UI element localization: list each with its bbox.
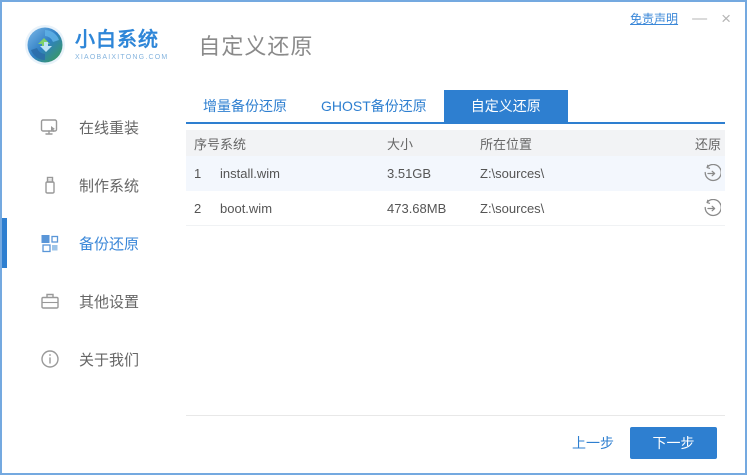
wizard-footer: 上一步 下一步 [186,415,725,473]
cell-index: 2 [194,200,202,216]
restore-action-icon[interactable] [702,198,721,218]
app-window: 免责声明 — × 小白系统 XIAOBAIXITONG.COM 自定义还原 在线… [0,0,747,475]
app-body: 在线重装 制作系统 备份还原 其他设置 关于我们 增量备份还原 GHOST备份还… [2,88,745,473]
brand-domain: XIAOBAIXITONG.COM [75,54,169,61]
sidebar-item-label: 在线重装 [79,119,140,137]
prev-step-button[interactable]: 上一步 [572,433,614,453]
cell-system: boot.wim [220,200,273,216]
table-row: 2 boot.wim 473.68MB Z:\sources\ [186,191,725,226]
next-step-button[interactable]: 下一步 [630,426,717,459]
cell-size: 473.68MB [387,200,447,216]
brand-text: 小白系统 XIAOBAIXITONG.COM [75,29,168,61]
sidebar-item-about-us[interactable]: 关于我们 [2,330,186,388]
brand-logo-icon [24,24,66,66]
sidebar: 在线重装 制作系统 备份还原 其他设置 关于我们 [2,88,186,473]
toolbox-icon [40,291,60,311]
page-title: 自定义还原 [198,34,314,59]
restore-action-icon[interactable] [702,164,721,183]
col-header-system: 系统 [220,136,247,152]
tab-bar: 增量备份还原 GHOST备份还原 自定义还原 [186,90,725,124]
disclaimer-link[interactable]: 免责声明 [630,10,678,27]
sidebar-item-other-settings[interactable]: 其他设置 [2,272,186,330]
sidebar-item-label: 关于我们 [79,351,140,369]
sidebar-item-label: 备份还原 [79,235,140,253]
active-indicator-bar [2,218,7,268]
cell-location: Z:\sources\ [480,200,545,216]
sidebar-item-make-system[interactable]: 制作系统 [2,156,186,214]
backup-blocks-icon [40,233,60,253]
close-icon[interactable]: × [721,10,731,27]
col-header-size: 大小 [387,136,414,152]
cell-system: install.wim [220,166,280,181]
titlebar-controls: 免责声明 — × [630,10,731,27]
monitor-reinstall-icon [40,117,60,137]
sidebar-item-backup-restore[interactable]: 备份还原 [2,214,186,272]
usb-drive-icon [40,175,60,195]
brand-name: 小白系统 [75,29,159,51]
col-header-location: 所在位置 [480,136,533,152]
cell-index: 1 [194,166,202,181]
cell-location: Z:\sources\ [480,166,545,181]
sidebar-item-label: 制作系统 [79,177,140,195]
table-header-row: 序号 系统 大小 所在位置 还原 [186,130,725,156]
info-circle-icon [40,349,60,369]
sidebar-item-online-reinstall[interactable]: 在线重装 [2,98,186,156]
col-header-restore: 还原 [694,136,721,152]
cell-size: 3.51GB [387,166,432,181]
table-row: 1 install.wim 3.51GB Z:\sources\ [186,156,725,191]
minimize-icon[interactable]: — [692,11,707,26]
main-content: 增量备份还原 GHOST备份还原 自定义还原 序号 系统 大小 所在位置 还原 … [186,88,745,473]
tab-ghost-backup-restore[interactable]: GHOST备份还原 [304,90,444,122]
col-header-index: 序号 [194,136,221,152]
tab-custom-restore[interactable]: 自定义还原 [443,90,568,122]
sidebar-item-label: 其他设置 [79,293,140,311]
backup-table: 序号 系统 大小 所在位置 还原 1 install.wim 3.51GB Z:… [186,130,725,226]
tab-incremental-backup-restore[interactable]: 增量备份还原 [186,90,304,122]
